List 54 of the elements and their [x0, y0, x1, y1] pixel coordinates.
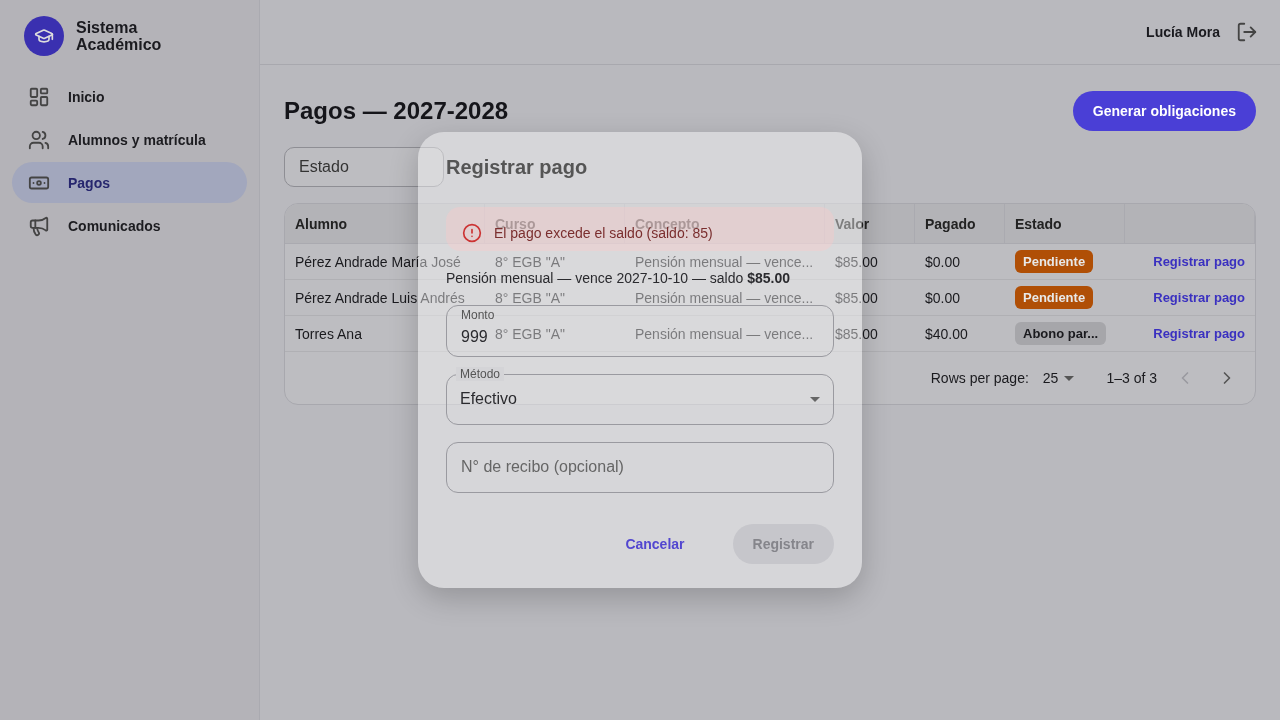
- table-cell: $85.00: [835, 325, 878, 342]
- table-cell: Pensión mensual — vence...: [635, 253, 814, 270]
- register-payment-link[interactable]: Registrar pago: [1153, 254, 1245, 269]
- rows-per-page-label: Rows per page:: [930, 370, 1029, 386]
- logo: [24, 16, 64, 56]
- table-cell: Pensión mensual — vence...: [635, 325, 814, 342]
- megaphone-icon: [28, 214, 50, 237]
- table-cell: $85.00: [835, 289, 878, 306]
- register-payment-link[interactable]: Registrar pago: [1153, 290, 1245, 305]
- field-value: Efectivo: [460, 390, 517, 409]
- table-cell: 8° EGB "A": [495, 289, 565, 306]
- column-header: Estado: [1015, 216, 1062, 231]
- status-badge: Pendiente: [1015, 250, 1094, 273]
- generate-button[interactable]: Generar obligaciones: [1072, 91, 1256, 131]
- status-badge: Pendiente: [1015, 286, 1094, 309]
- table-cell: $40.00: [925, 325, 968, 342]
- column-header: Valor: [835, 216, 870, 231]
- sidebar-item[interactable]: Pagos: [12, 162, 247, 203]
- sidebar-item[interactable]: Alumnos y matrícula: [12, 119, 247, 160]
- page-title: Pagos — 2027-2028: [284, 97, 509, 125]
- table-cell: Pérez Andrade Luis Andrés: [295, 289, 465, 306]
- table-cell: Pérez Andrade María José: [295, 253, 461, 270]
- payment-summary: Pensión mensual — vence 2027-10-10 — saldo $85.00: [446, 271, 791, 286]
- user-name: Lucía Mora: [1146, 24, 1220, 40]
- column-header: Pagado: [925, 216, 976, 231]
- sidebar-item[interactable]: Inicio: [12, 76, 247, 117]
- field-label: Monto: [461, 308, 495, 323]
- table-cell: Pensión mensual — vence...: [635, 289, 814, 306]
- dialog-title: Registrar pago: [446, 156, 589, 179]
- status-filter[interactable]: Estado: [284, 147, 444, 187]
- table-cell: 8° EGB "A": [495, 325, 565, 342]
- table-cell: $0.00: [925, 253, 961, 270]
- field-placeholder: N° de recibo (opcional): [461, 458, 624, 477]
- method-select[interactable]: Método Efectivo: [446, 365, 834, 425]
- app-title: Sistema Académico: [76, 19, 163, 53]
- sidebar-item[interactable]: Comunicados: [12, 205, 247, 246]
- logout-icon[interactable]: [1236, 21, 1258, 43]
- table-cell: Torres Ana: [295, 325, 362, 342]
- rows-per-page-select[interactable]: 25: [1042, 370, 1075, 386]
- dropdown-caret-icon: [810, 396, 820, 402]
- table-cell: $85.00: [835, 253, 878, 270]
- page-range: 1–3 of 3: [1106, 370, 1157, 386]
- field-value: 999: [461, 328, 488, 347]
- status-badge: Abono par...: [1015, 322, 1107, 345]
- dashboard-icon: [28, 85, 50, 108]
- input-field[interactable]: N° de recibo (opcional): [446, 441, 834, 493]
- column-header: Alumno: [295, 216, 348, 231]
- table-cell: 8° EGB "A": [495, 253, 565, 270]
- caret-icon: [1064, 375, 1075, 381]
- register-payment-link[interactable]: Registrar pago: [1153, 326, 1245, 341]
- table-cell: $0.00: [925, 289, 961, 306]
- alert-icon: [462, 223, 482, 244]
- people-icon: [28, 128, 50, 151]
- cancel-button[interactable]: Cancelar: [605, 524, 705, 564]
